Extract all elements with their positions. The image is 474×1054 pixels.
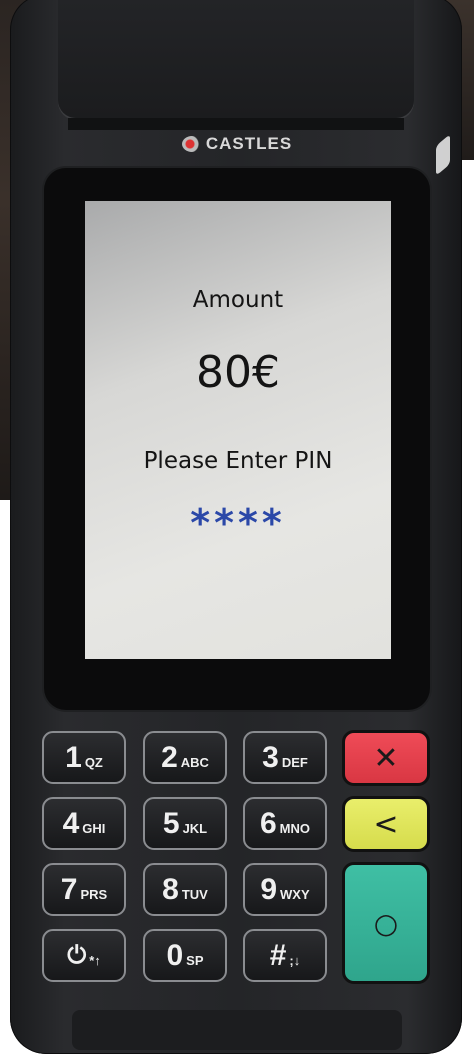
key-letters: ;↓	[289, 953, 301, 968]
key-letters: *↑	[89, 953, 101, 968]
brand-label: CASTLES	[0, 130, 474, 158]
key-letters: QZ	[84, 755, 103, 770]
cancel-button[interactable]: ✕	[342, 730, 430, 786]
brand-name: CASTLES	[205, 134, 293, 153]
key-4[interactable]: 4 GHI	[42, 797, 126, 850]
key-digit: 2	[161, 740, 178, 774]
close-icon: ✕	[373, 740, 399, 776]
enter-button[interactable]: ○	[342, 862, 430, 984]
key-digit: 6	[259, 806, 277, 840]
key-letters: WXY	[280, 887, 310, 902]
key-digit: #	[269, 938, 287, 972]
key-digit: 1	[65, 740, 82, 774]
key-9[interactable]: 9 WXY	[243, 863, 327, 916]
key-hash[interactable]: # ;↓	[243, 929, 327, 982]
amount-value: 80€	[196, 347, 280, 398]
key-letters: TUV	[181, 887, 208, 902]
key-digit: 3	[262, 740, 279, 774]
key-letters: ABC	[180, 755, 209, 770]
pin-mask: ****	[190, 501, 286, 545]
key-letters: MNO	[279, 821, 311, 836]
backspace-icon: <	[373, 806, 399, 842]
clear-button[interactable]: <	[342, 796, 430, 852]
amount-label: Amount	[192, 287, 284, 313]
circle-icon: ○	[373, 906, 399, 940]
key-5[interactable]: 5 JKL	[143, 797, 227, 850]
key-power-star[interactable]: ⏻ *↑	[42, 929, 126, 982]
key-letters: GHI	[82, 821, 106, 836]
key-2[interactable]: 2 ABC	[143, 731, 227, 784]
key-3[interactable]: 3 DEF	[243, 731, 327, 784]
terminal-screen: Amount 80€ Please Enter PIN ****	[85, 201, 391, 659]
key-digit: 0	[166, 938, 184, 972]
castles-logo-icon	[181, 136, 202, 152]
key-digit: 7	[60, 872, 78, 906]
key-1[interactable]: 1 QZ	[42, 731, 126, 784]
key-7[interactable]: 7 PRS	[42, 863, 126, 916]
power-icon: ⏻	[67, 941, 87, 969]
key-0[interactable]: 0 SP	[143, 929, 227, 982]
key-digit: 8	[162, 872, 179, 906]
key-letters: PRS	[80, 887, 108, 902]
key-digit: 9	[260, 872, 278, 906]
key-letters: SP	[186, 953, 204, 968]
key-letters: JKL	[182, 821, 208, 836]
paper-slot	[68, 118, 404, 130]
key-6[interactable]: 6 MNO	[243, 797, 327, 850]
pin-prompt: Please Enter PIN	[143, 448, 333, 474]
printer-cover	[58, 0, 414, 118]
key-8[interactable]: 8 TUV	[143, 863, 227, 916]
key-digit: 4	[62, 806, 80, 840]
terminal-bottom-edge	[72, 1010, 402, 1050]
key-letters: DEF	[281, 755, 308, 770]
key-digit: 5	[162, 806, 180, 840]
